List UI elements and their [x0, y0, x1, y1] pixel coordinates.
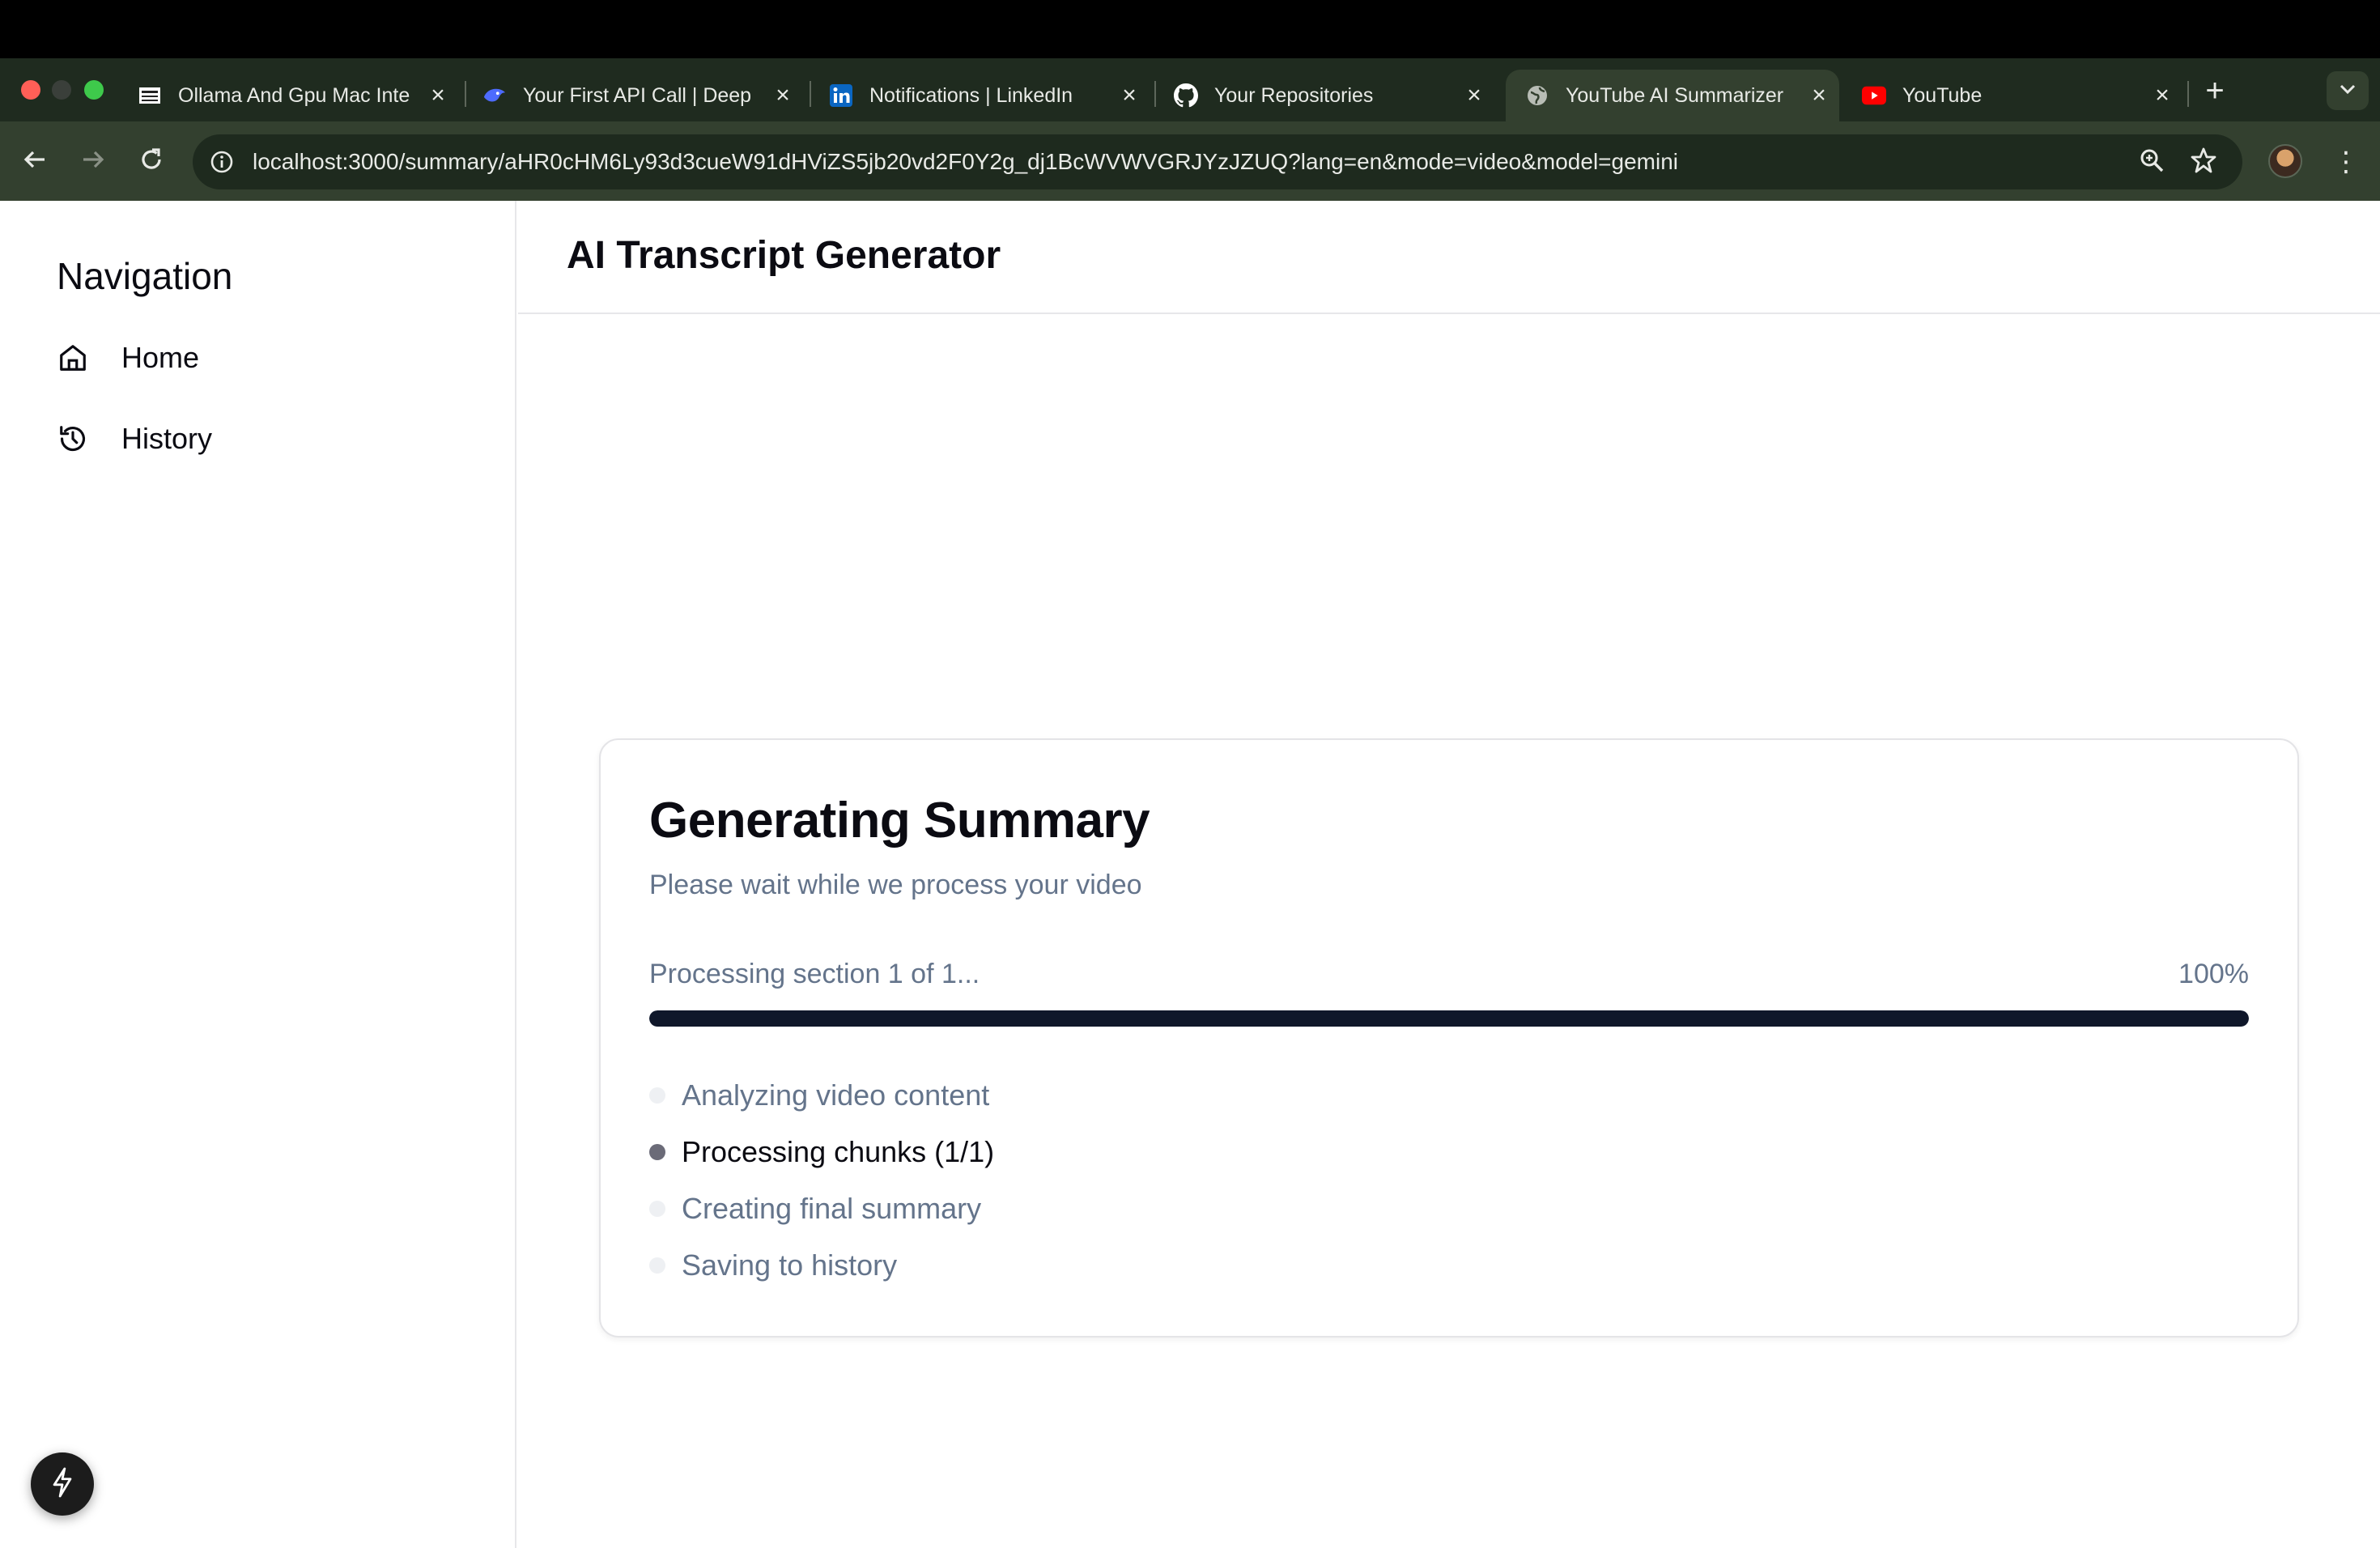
- page-title: AI Transcript Generator: [567, 234, 1001, 277]
- sidebar-item-home[interactable]: Home: [57, 334, 199, 382]
- document-icon: [138, 83, 162, 108]
- close-window-button[interactable]: [21, 80, 40, 100]
- close-tab-icon[interactable]: ×: [426, 82, 450, 109]
- close-tab-icon[interactable]: ×: [1117, 82, 1141, 109]
- tab-title: Your Repositories: [1214, 83, 1374, 107]
- step-label: Creating final summary: [682, 1192, 982, 1225]
- profile-avatar[interactable]: [2268, 144, 2302, 178]
- arrow-right-icon: [80, 148, 106, 175]
- tab-search-button[interactable]: [2327, 71, 2369, 110]
- minimize-window-button[interactable]: [52, 80, 71, 100]
- card-subtitle: Please wait while we process your video: [649, 870, 1142, 900]
- url-text[interactable]: localhost:3000/summary/aHR0cHM6Ly93d3cue…: [253, 149, 2242, 175]
- sidebar-item-history[interactable]: History: [57, 415, 212, 463]
- sidebar: Navigation Home History: [0, 201, 516, 1548]
- progress-bar: [649, 1010, 2249, 1027]
- step-dot-icon: [649, 1257, 665, 1274]
- step-item: Saving to history: [649, 1237, 994, 1294]
- step-item: Creating final summary: [649, 1180, 994, 1237]
- tab-linkedin[interactable]: Notifications | LinkedIn ×: [810, 70, 1150, 121]
- tab-separator: [2187, 81, 2189, 107]
- new-tab-button[interactable]: +: [2197, 74, 2233, 110]
- step-dot-icon: [649, 1201, 665, 1217]
- tab-title: YouTube: [1902, 83, 1983, 107]
- progress-card: Generating Summary Please wait while we …: [599, 738, 2299, 1337]
- deepseek-icon: [482, 83, 507, 108]
- menu-bar: [0, 0, 2380, 58]
- sidebar-item-label: Home: [121, 341, 200, 374]
- bookmark-button[interactable]: [2189, 147, 2218, 176]
- more-vert-icon: ⋮: [2332, 147, 2360, 177]
- github-icon: [1174, 83, 1198, 108]
- chevron-down-icon: [2339, 83, 2357, 99]
- maximize-window-button[interactable]: [84, 80, 104, 100]
- zoom-button[interactable]: [2137, 147, 2166, 176]
- site-info-icon[interactable]: [207, 147, 236, 176]
- step-item: Analyzing video content: [649, 1067, 994, 1124]
- close-tab-icon[interactable]: ×: [1807, 82, 1831, 109]
- lightning-icon: [49, 1466, 76, 1503]
- tab-title: Ollama And Gpu Mac Inte: [178, 83, 410, 107]
- tab-deepseek[interactable]: Your First API Call | Deep ×: [463, 70, 803, 121]
- browser-menu-button[interactable]: ⋮: [2330, 144, 2362, 180]
- youtube-icon: [1862, 83, 1886, 108]
- progress-percent: 100%: [2178, 959, 2249, 989]
- page-viewport: Navigation Home History AI Transcript Ge…: [0, 201, 2380, 1548]
- home-icon: [57, 342, 89, 374]
- back-button[interactable]: [16, 142, 53, 180]
- card-title: Generating Summary: [649, 793, 1150, 848]
- arrow-left-icon: [22, 148, 48, 175]
- reload-icon: [138, 147, 164, 176]
- tab-title: YouTube AI Summarizer: [1566, 83, 1784, 107]
- close-tab-icon[interactable]: ×: [2150, 82, 2174, 109]
- star-icon: [2190, 147, 2217, 178]
- sidebar-item-label: History: [121, 422, 213, 455]
- forward-button[interactable]: [74, 142, 112, 180]
- step-label: Analyzing video content: [682, 1078, 990, 1112]
- progress-bar-fill: [649, 1010, 2249, 1027]
- dev-tools-button[interactable]: [31, 1452, 94, 1516]
- linkedin-icon: [829, 83, 853, 108]
- step-item: Processing chunks (1/1): [649, 1124, 994, 1180]
- tab-title: Your First API Call | Deep: [523, 83, 752, 107]
- close-tab-icon[interactable]: ×: [1462, 82, 1486, 109]
- progress-status: Processing section 1 of 1...: [649, 959, 980, 989]
- zoom-icon: [2139, 147, 2165, 177]
- history-icon: [57, 423, 89, 455]
- tab-ollama[interactable]: Ollama And Gpu Mac Inte ×: [118, 70, 458, 121]
- tab-title: Notifications | LinkedIn: [869, 83, 1073, 107]
- globe-icon: [1525, 83, 1549, 108]
- step-label: Processing chunks (1/1): [682, 1135, 995, 1168]
- tab-github[interactable]: Your Repositories ×: [1154, 70, 1494, 121]
- step-label: Saving to history: [682, 1248, 898, 1282]
- address-bar[interactable]: localhost:3000/summary/aHR0cHM6Ly93d3cue…: [193, 134, 2242, 189]
- reload-button[interactable]: [133, 142, 170, 180]
- step-list: Analyzing video content Processing chunk…: [649, 1067, 994, 1294]
- main-content: AI Transcript Generator Generating Summa…: [518, 201, 2380, 1548]
- step-dot-icon: [649, 1144, 665, 1160]
- tab-youtube[interactable]: YouTube ×: [1842, 70, 2182, 121]
- sidebar-heading: Navigation: [57, 255, 233, 297]
- page-header: AI Transcript Generator: [518, 201, 2380, 314]
- step-dot-icon: [649, 1087, 665, 1104]
- tab-youtube-ai-summarizer[interactable]: YouTube AI Summarizer ×: [1506, 70, 1839, 121]
- close-tab-icon[interactable]: ×: [771, 82, 795, 109]
